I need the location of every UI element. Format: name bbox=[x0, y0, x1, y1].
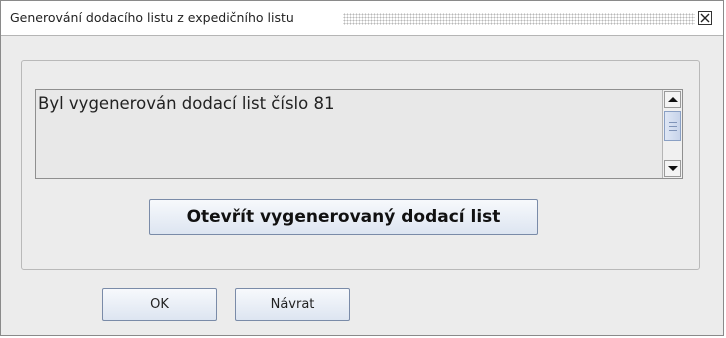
ok-button[interactable]: OK bbox=[102, 288, 217, 321]
arrow-down-icon bbox=[668, 166, 678, 171]
title-bar-grip bbox=[343, 13, 695, 25]
open-delivery-note-button[interactable]: Otevřít vygenerovaný dodací list bbox=[149, 199, 538, 235]
close-icon[interactable] bbox=[698, 11, 712, 25]
message-textarea[interactable]: Byl vygenerován dodací list číslo 81 bbox=[35, 89, 683, 179]
dialog-window: Generování dodacího listu z expedičního … bbox=[0, 0, 724, 336]
scroll-down-button[interactable] bbox=[664, 160, 681, 177]
vertical-scrollbar[interactable] bbox=[662, 90, 682, 178]
window-title: Generování dodacího listu z expedičního … bbox=[10, 10, 294, 25]
title-bar[interactable]: Generování dodacího listu z expedičního … bbox=[1, 1, 723, 36]
back-button[interactable]: Návrat bbox=[235, 288, 350, 321]
arrow-up-icon bbox=[668, 97, 678, 102]
scroll-up-button[interactable] bbox=[664, 91, 681, 108]
scroll-thumb[interactable] bbox=[664, 111, 681, 141]
message-text: Byl vygenerován dodací list číslo 81 bbox=[38, 94, 335, 113]
